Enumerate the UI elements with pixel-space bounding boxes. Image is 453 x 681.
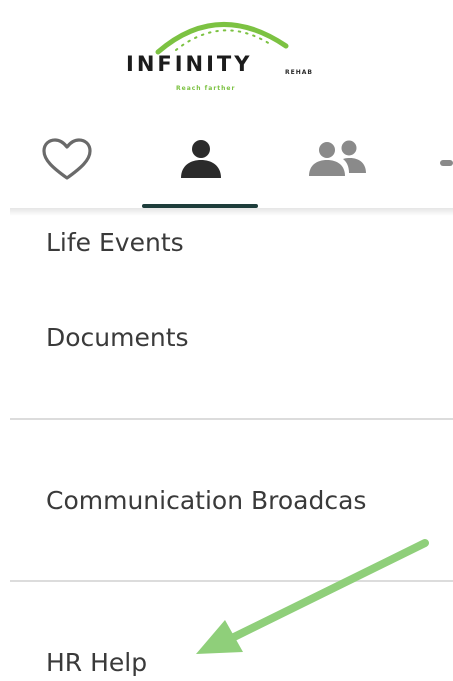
tab-me[interactable] — [144, 118, 258, 210]
menu-list: Life Events Documents Communication Broa… — [10, 210, 453, 681]
logo-subtitle: REHAB — [285, 69, 313, 76]
logo-tagline: Reach farther — [176, 85, 236, 92]
menu-item-communication-broadcasts[interactable]: Communication Broadcas — [46, 486, 366, 515]
people-icon — [309, 140, 366, 176]
menu-item-life-events[interactable]: Life Events — [46, 228, 184, 257]
menu-item-documents[interactable]: Documents — [46, 323, 189, 352]
logo-wordmark: INFINITY — [126, 52, 253, 76]
menu-item-hr-help[interactable]: HR Help — [46, 648, 147, 677]
tab-bar — [0, 118, 453, 216]
partial-tab-icon — [440, 160, 453, 166]
menu-divider — [10, 580, 453, 582]
heart-outline-icon — [42, 138, 92, 180]
tab-more[interactable] — [420, 118, 453, 210]
tab-team[interactable] — [292, 118, 382, 210]
page: INFINITY REHAB Reach farther Life Events… — [0, 0, 453, 681]
menu-divider — [10, 418, 453, 420]
tab-favorites[interactable] — [32, 118, 102, 210]
person-icon — [181, 140, 221, 178]
brand-logo: INFINITY REHAB Reach farther — [118, 6, 338, 98]
